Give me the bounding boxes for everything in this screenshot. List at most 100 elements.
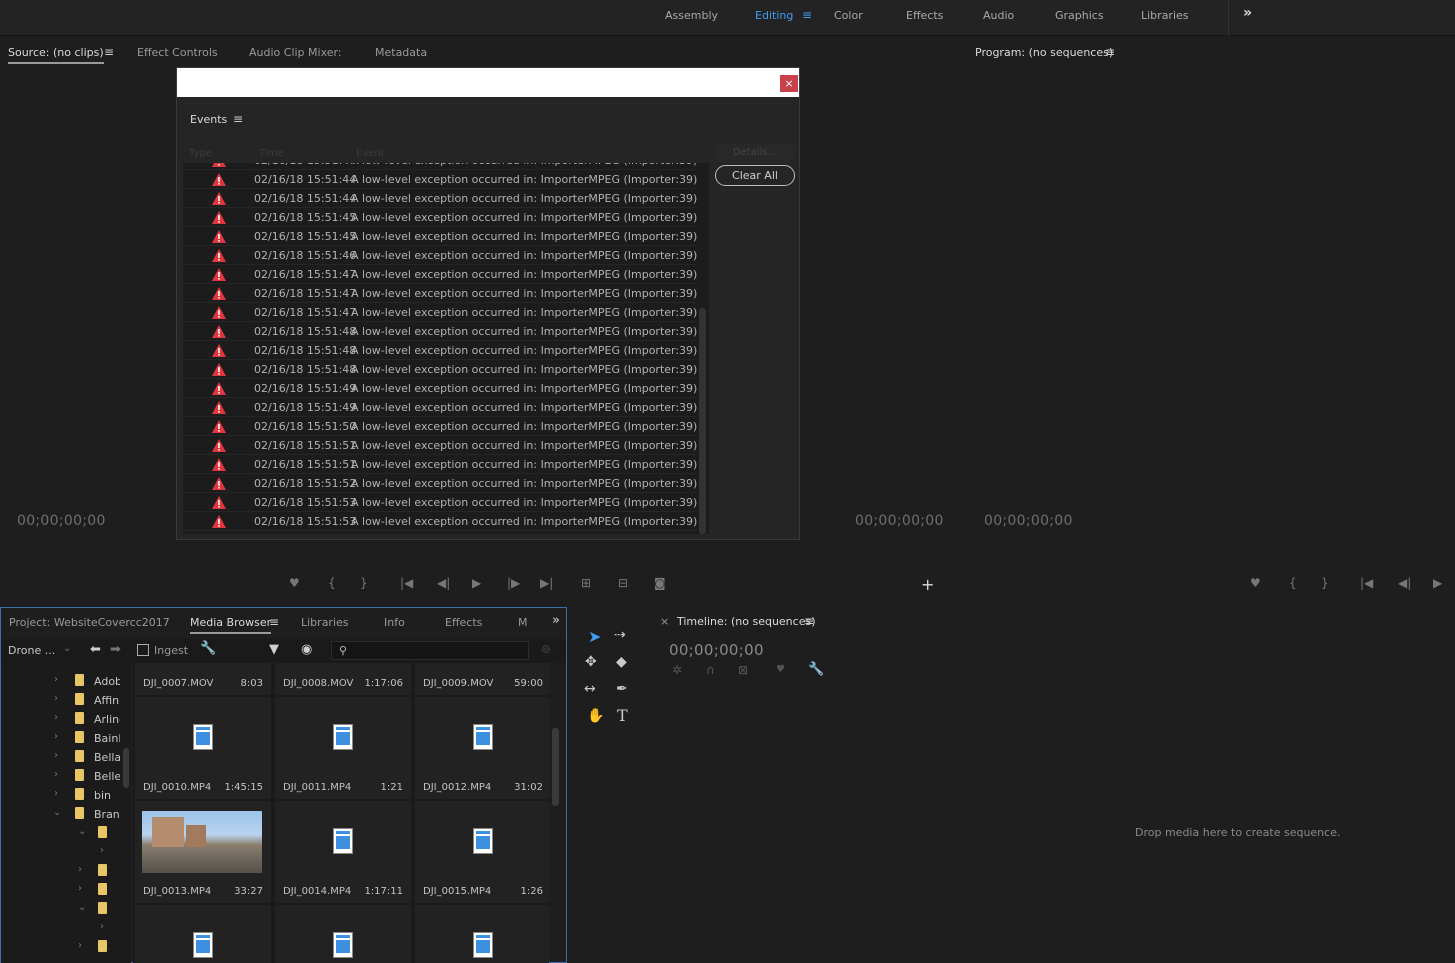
mark-in-icon[interactable]: {	[328, 576, 336, 590]
event-row[interactable]: 02/16/18 15:51:52 A low-level exception o…	[183, 474, 697, 493]
workspace-tab-editing[interactable]: Editing	[755, 9, 793, 22]
media-tile[interactable]: DJI_0009.MOV 59:00	[415, 663, 549, 695]
tree-item[interactable]: ›	[1, 880, 121, 899]
event-row[interactable]: 02/16/18 15:51:48 A low-level exception o…	[183, 322, 697, 341]
clear-all-button[interactable]: Clear All	[715, 165, 795, 186]
event-row[interactable]: 02/16/18 15:51:44A low-level exception o…	[183, 189, 697, 208]
media-grid-scrollbar[interactable]	[552, 728, 559, 806]
workspace-tab-graphics[interactable]: Graphics	[1055, 9, 1104, 22]
tab-source[interactable]: Source: (no clips)	[8, 46, 104, 64]
selection-tool-icon[interactable]: ➤	[588, 627, 601, 646]
razor-tool-icon[interactable]: ◆	[616, 654, 627, 670]
program-play-icon[interactable]: ▶	[1433, 576, 1442, 590]
tree-item[interactable]: ›	[1, 937, 121, 956]
event-row[interactable]: 02/16/18 15:51:48 A low-level exception o…	[183, 360, 697, 379]
go-to-in-icon[interactable]: |◀	[400, 576, 413, 590]
tab-audio-clip-mixer[interactable]: Audio Clip Mixer:	[249, 46, 342, 59]
tab-info[interactable]: Info	[384, 616, 405, 629]
event-row[interactable]: 02/16/18 15:51:45 A low-level exception o…	[183, 227, 697, 246]
event-row[interactable]: 02/16/18 15:51:51 A low-level exception o…	[183, 436, 697, 455]
tree-item[interactable]: ›	[1, 842, 121, 861]
wrench-icon[interactable]: 🔧	[200, 641, 216, 656]
tab-libraries[interactable]: Libraries	[301, 616, 349, 629]
column-header-event[interactable]: Event	[356, 148, 385, 159]
media-tile[interactable]	[275, 905, 411, 963]
workspace-tab-color[interactable]: Color	[834, 9, 863, 22]
tab-timeline[interactable]: Timeline: (no sequences)	[677, 615, 816, 628]
timeline-marker-icon[interactable]: ♥	[776, 664, 785, 675]
tab-media-browser[interactable]: Media Browser	[190, 616, 272, 634]
chevron-down-icon[interactable]: ⌄	[63, 643, 71, 654]
event-row[interactable]: 02/16/18 15:51:47 A low-level exception o…	[183, 284, 697, 303]
back-arrow-icon[interactable]: ⬅	[90, 642, 101, 657]
tree-item[interactable]: › Bella	[1, 747, 121, 766]
overwrite-icon[interactable]: ⊟	[618, 576, 628, 590]
step-forward-icon[interactable]: |▶	[507, 576, 520, 590]
add-marker-icon[interactable]: ♥	[289, 576, 300, 590]
more-workspaces-icon[interactable]: »	[1243, 5, 1252, 21]
insert-icon[interactable]: ⊞	[581, 576, 591, 590]
tab-project[interactable]: Project: WebsiteCovercc2017	[9, 616, 170, 629]
nest-icon[interactable]: ✲	[672, 663, 682, 677]
column-header-type[interactable]: Type	[189, 148, 212, 159]
media-tile[interactable]: DJI_0008.MOV 1:17:06	[275, 663, 411, 695]
event-row[interactable]: 02/16/18 15:51:44A low-level exception o…	[183, 170, 697, 189]
media-tile[interactable]: DJI_0012.MP4 31:02	[415, 697, 549, 799]
media-tile[interactable]: DJI_0007.MOV 8:03	[135, 663, 271, 695]
search-input[interactable]: ⚲	[331, 641, 529, 660]
details-button[interactable]: Details...	[715, 143, 795, 163]
media-tile[interactable]: DJI_0013.MP4 33:27	[135, 801, 271, 903]
tree-item[interactable]: ⌄	[1, 823, 121, 842]
timeline-menu-icon[interactable]: ≡	[804, 614, 814, 628]
snap-icon[interactable]: ∩	[706, 663, 715, 677]
view-icon[interactable]: ◉	[301, 642, 312, 657]
program-mark-out-icon[interactable]: }	[1321, 576, 1329, 590]
tree-item[interactable]: › bin	[1, 785, 121, 804]
workspace-tab-assembly[interactable]: Assembly	[665, 9, 718, 22]
workspace-tab-libraries[interactable]: Libraries	[1141, 9, 1189, 22]
events-scrollbar[interactable]	[699, 308, 706, 534]
program-mark-in-icon[interactable]: {	[1289, 576, 1297, 590]
program-menu-icon[interactable]: ≡	[1105, 45, 1115, 59]
tree-item[interactable]: ›Bellev	[1, 766, 121, 785]
tree-scrollbar[interactable]	[123, 748, 129, 788]
column-header-time[interactable]: Time	[259, 148, 283, 159]
media-tile[interactable]: DJI_0014.MP4 1:17:11	[275, 801, 411, 903]
ingest-checkbox[interactable]	[137, 644, 149, 656]
tree-item[interactable]: ›BainB	[1, 728, 121, 747]
event-row[interactable]: 02/16/18 15:51:47 A low-level exception o…	[183, 303, 697, 322]
tree-item[interactable]: ⌄Brang	[1, 804, 121, 823]
event-row[interactable]: 02/16/18 15:51:50 A low-level exception o…	[183, 417, 697, 436]
export-frame-icon[interactable]: ◙	[654, 576, 666, 590]
timeline-settings-wrench-icon[interactable]: 🔧	[808, 662, 824, 677]
media-browser-menu-icon[interactable]: ≡	[269, 615, 279, 629]
tree-item[interactable]: ›Arling	[1, 709, 121, 728]
media-tile[interactable]	[135, 905, 271, 963]
event-row[interactable]: 02/16/18 15:51:49 A low-level exception o…	[183, 398, 697, 417]
event-row[interactable]: 02/16/18 15:51:53 A low-level exception o…	[183, 493, 697, 512]
tree-item[interactable]: ›	[1, 861, 121, 880]
close-icon[interactable]: ×	[780, 75, 798, 92]
timeline-timecode[interactable]: 00;00;00;00	[669, 641, 764, 659]
workspace-menu-icon[interactable]: ≡	[802, 8, 812, 22]
event-row[interactable]: 02/16/18 15:51:51 A low-level exception o…	[183, 455, 697, 474]
event-row[interactable]: 02/16/18 15:51:49 A low-level exception o…	[183, 379, 697, 398]
close-timeline-icon[interactable]: ×	[660, 615, 669, 628]
dialog-titlebar[interactable]	[177, 68, 799, 97]
tree-item[interactable]: ›	[1, 918, 121, 937]
event-row[interactable]: 02/16/18 15:51:48 A low-level exception o…	[183, 341, 697, 360]
tab-metadata[interactable]: Metadata	[375, 46, 427, 59]
tab-program[interactable]: Program: (no sequences)	[975, 46, 1113, 59]
event-row[interactable]: 02/16/18 15:51:44A low-level exception o…	[183, 163, 697, 170]
type-tool-icon[interactable]: T	[617, 706, 628, 725]
go-to-out-icon[interactable]: ▶|	[540, 576, 553, 590]
events-menu-icon[interactable]: ≡	[233, 112, 243, 126]
filter-icon[interactable]: ▼	[269, 642, 279, 657]
tree-item[interactable]: ⌄	[1, 899, 121, 918]
play-icon[interactable]: ▶	[472, 576, 481, 590]
tab-effects[interactable]: Effects	[445, 616, 482, 629]
event-row[interactable]: 02/16/18 15:51:45 A low-level exception o…	[183, 208, 697, 227]
forward-arrow-icon[interactable]: ➡	[110, 642, 121, 657]
program-timecode[interactable]: 00;00;00;00	[984, 513, 1073, 529]
workspace-tab-effects[interactable]: Effects	[906, 9, 943, 22]
